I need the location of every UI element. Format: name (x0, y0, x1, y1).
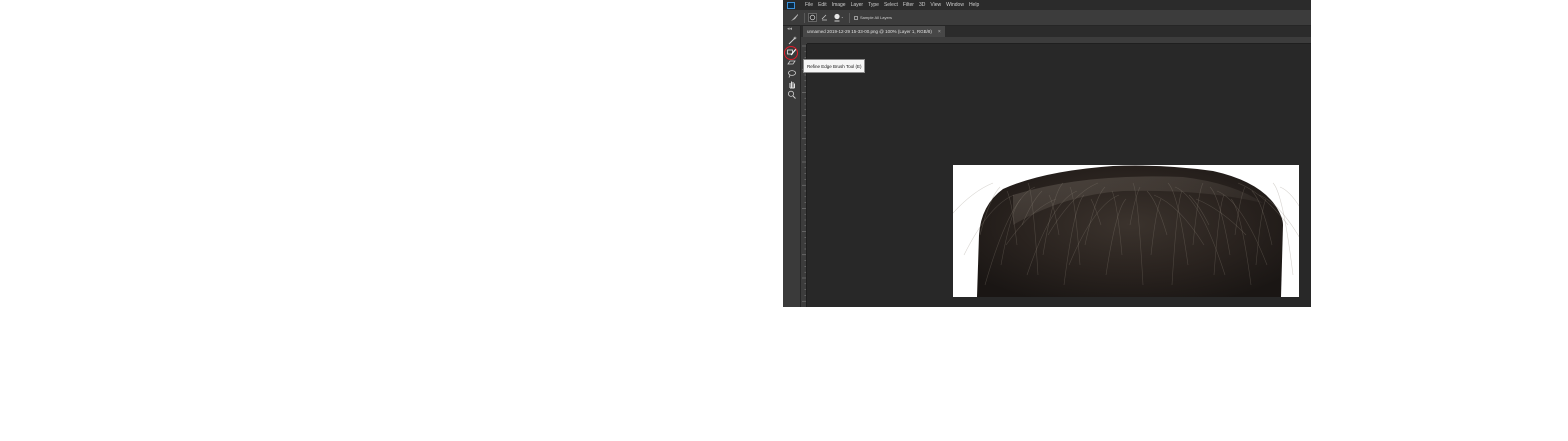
menu-file[interactable]: File (805, 0, 813, 10)
menu-layer[interactable]: Layer (851, 0, 864, 10)
tool-preset-icon[interactable] (790, 13, 799, 22)
menu-type[interactable]: Type (868, 0, 879, 10)
options-divider (849, 12, 850, 23)
photoshop-window: File Edit Image Layer Type Select Filter… (783, 0, 1311, 307)
menu-edit[interactable]: Edit (818, 0, 827, 10)
menu-window[interactable]: Window (946, 0, 964, 10)
erase-refinements-icon[interactable] (787, 58, 797, 67)
canvas-area[interactable] (807, 44, 1311, 307)
menu-3d[interactable]: 3D (919, 0, 925, 10)
tool-panel: ◂◂ (783, 26, 801, 307)
sample-all-layers-option[interactable]: Sample All Layers (854, 15, 892, 20)
menu-filter[interactable]: Filter (903, 0, 914, 10)
refine-radius-icon[interactable] (787, 48, 797, 57)
lasso-icon[interactable] (787, 69, 797, 78)
menu-bar: File Edit Image Layer Type Select Filter… (783, 0, 1311, 10)
document-tab[interactable]: unnamed 2019-12-29 15-33-00.png @ 100% (… (803, 26, 945, 37)
menu-view[interactable]: View (930, 0, 941, 10)
document-tab-title: unnamed 2019-12-29 15-33-00.png @ 100% (… (807, 29, 932, 34)
hand-icon[interactable] (787, 80, 797, 89)
refine-radius-tool-icon[interactable] (808, 13, 817, 22)
photoshop-logo-icon (787, 1, 795, 9)
options-bar: Sample All Layers (783, 10, 1311, 26)
zoom-icon[interactable] (787, 90, 797, 99)
menu-help[interactable]: Help (969, 0, 979, 10)
panel-collapse-handle[interactable]: ◂◂ (787, 26, 792, 32)
brush-size-icon[interactable] (832, 13, 844, 22)
document-tab-bar: unnamed 2019-12-29 15-33-00.png @ 100% (… (801, 26, 1311, 37)
tooltip-text: Refine Edge Brush Tool (E) (807, 63, 862, 69)
options-divider (804, 12, 805, 23)
quick-selection-icon[interactable] (787, 36, 797, 45)
sample-all-layers-label: Sample All Layers (860, 15, 893, 20)
document-image (953, 165, 1299, 297)
tool-tooltip: Refine Edge Brush Tool (E) (803, 59, 865, 73)
erase-refinements-option-icon[interactable] (820, 13, 829, 22)
hair-strand (1279, 186, 1299, 207)
horizontal-ruler[interactable] (807, 37, 1311, 44)
menu-select[interactable]: Select (884, 0, 898, 10)
hair-image (953, 165, 1299, 297)
menu-items: File Edit Image Layer Type Select Filter… (805, 0, 984, 10)
close-icon[interactable]: × (938, 29, 941, 35)
menu-image[interactable]: Image (832, 0, 846, 10)
sample-all-layers-checkbox[interactable] (854, 15, 858, 20)
